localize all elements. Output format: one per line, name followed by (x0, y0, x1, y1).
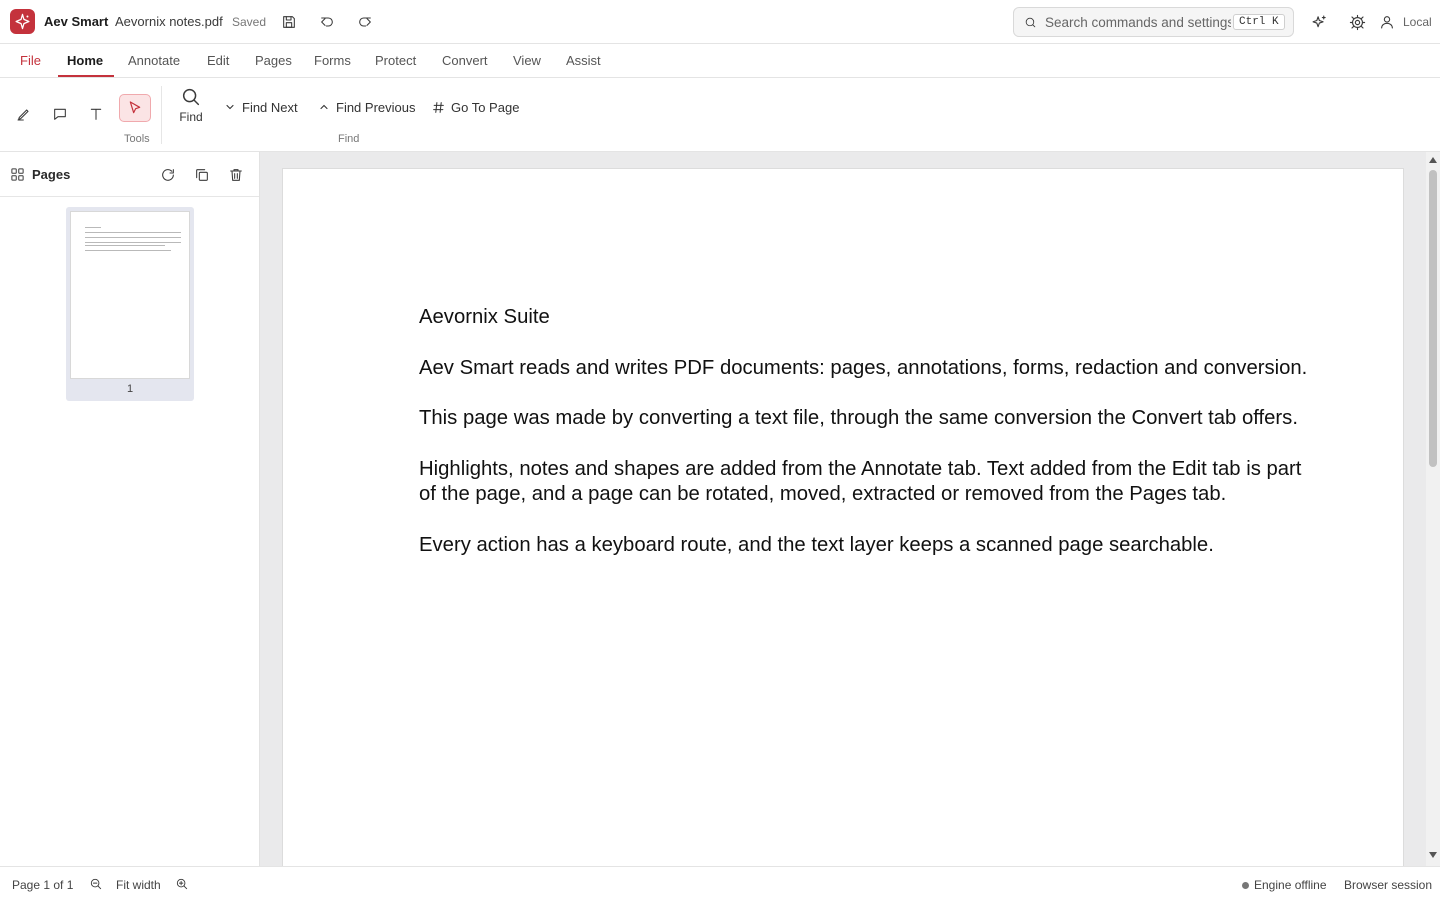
shortcut-hint: Ctrl K (1233, 14, 1285, 30)
search-input[interactable] (1045, 14, 1231, 30)
user-icon (1381, 16, 1393, 29)
vertical-scrollbar[interactable] (1426, 152, 1440, 866)
zoom-in-icon[interactable] (175, 877, 189, 891)
redo-button[interactable] (354, 11, 376, 33)
copy-icon (196, 169, 208, 181)
hash-icon (433, 101, 444, 113)
save-status: Saved (232, 15, 267, 29)
thumbnail-text-line (85, 242, 181, 244)
app-name: Aev Smart (44, 14, 109, 29)
sidebar-title: Pages (32, 167, 71, 182)
go-to-page-label: Go To Page (451, 99, 520, 115)
ribbon-separator (161, 86, 162, 144)
app-logo-icon (10, 9, 35, 34)
document-name: Aevornix notes.pdf (115, 14, 223, 29)
gear-icon (1349, 14, 1365, 30)
save-button[interactable] (278, 11, 300, 33)
text-icon (90, 108, 102, 120)
document-title: Aevornix Suite (419, 306, 550, 328)
search-icon (1025, 17, 1036, 27)
duplicate-page-button[interactable] (192, 165, 212, 185)
tab-file[interactable]: File (20, 53, 41, 68)
assistant-button[interactable] (1308, 11, 1330, 33)
menu-tabs: File Home Annotate Edit Pages Forms Prot… (0, 44, 1440, 78)
tab-view[interactable]: View (513, 53, 541, 68)
scrollbar-thumb[interactable] (1429, 170, 1437, 467)
find-button[interactable]: Find (176, 86, 206, 124)
status-bar: Page 1 of 1 Fit width Engine offline Bro… (0, 866, 1440, 900)
sidebar-header: Pages (0, 152, 259, 197)
session-label: Browser session (1344, 878, 1433, 892)
document-paragraph: Every action has a keyboard route, and t… (419, 534, 1214, 556)
user-button[interactable] (1376, 11, 1398, 33)
rotate-icon (162, 169, 174, 181)
ink-tool-button[interactable] (8, 100, 40, 128)
document-paragraph: This page was made by converting a text … (419, 407, 1298, 429)
tab-pages[interactable]: Pages (255, 53, 292, 68)
tab-edit[interactable]: Edit (207, 53, 229, 68)
tab-assist[interactable]: Assist (566, 53, 601, 68)
ribbon: Tools Find Find Next Find Previous Go To… (0, 78, 1440, 152)
chevron-up-icon (320, 104, 328, 110)
active-tab-indicator (58, 75, 114, 77)
scroll-up-arrow[interactable] (1429, 157, 1437, 163)
thumbnail-text-line (85, 245, 165, 247)
engine-status: Engine offline (1254, 878, 1327, 892)
delete-page-button[interactable] (226, 165, 246, 185)
pdf-page[interactable]: Aevornix Suite Aev Smart reads and write… (282, 168, 1404, 866)
thumbnail-text-line (85, 237, 181, 239)
grid-icon (11, 168, 24, 181)
thumbnail-text-line (85, 232, 181, 234)
sparkle-icon (1312, 15, 1326, 27)
tab-forms[interactable]: Forms (314, 53, 351, 68)
tab-annotate[interactable]: Annotate (128, 53, 180, 68)
pages-sidebar: Pages 1 (0, 152, 260, 866)
tab-protect[interactable]: Protect (375, 53, 416, 68)
pen-icon (17, 109, 29, 121)
user-label: Local (1403, 15, 1432, 29)
text-tool-button[interactable] (80, 100, 112, 128)
thumbnail-text-line (85, 227, 101, 229)
tools-group-label: Tools (124, 133, 150, 145)
document-paragraph: Aev Smart reads and writes PDF documents… (419, 357, 1308, 379)
page-indicator: Page 1 of 1 (12, 878, 74, 892)
find-label: Find (179, 110, 203, 124)
go-to-page-button[interactable]: Go To Page (432, 98, 519, 116)
note-tool-button[interactable] (44, 100, 76, 128)
zoom-mode[interactable]: Fit width (116, 878, 161, 892)
undo-button[interactable] (316, 11, 338, 33)
thumbnail-page-preview (70, 211, 190, 379)
undo-icon (321, 17, 333, 27)
page-thumbnail[interactable]: 1 (66, 207, 194, 401)
zoom-out-icon[interactable] (89, 877, 103, 891)
document-paragraph: Highlights, notes and shapes are added f… (419, 458, 1302, 480)
find-group-label: Find (338, 133, 360, 145)
save-icon (283, 16, 295, 28)
thumbnail-page-number: 1 (126, 383, 134, 395)
comment-icon (54, 108, 66, 120)
select-tool-button[interactable] (119, 94, 151, 122)
command-search[interactable]: Ctrl K (1013, 7, 1294, 37)
tab-convert[interactable]: Convert (442, 53, 488, 68)
redo-icon (359, 17, 371, 27)
document-viewer[interactable]: Aevornix Suite Aev Smart reads and write… (260, 152, 1426, 866)
search-icon (182, 88, 200, 106)
thumbnail-text-line (85, 250, 171, 252)
engine-status-dot (1242, 882, 1249, 889)
cursor-icon (129, 101, 141, 114)
find-previous-button[interactable]: Find Previous (318, 98, 415, 116)
scroll-down-arrow[interactable] (1429, 852, 1437, 858)
find-next-label: Find Next (242, 99, 298, 115)
chevron-down-icon (226, 104, 234, 110)
settings-button[interactable] (1346, 11, 1368, 33)
tab-home[interactable]: Home (67, 53, 103, 68)
document-paragraph: of the page, and a page can be rotated, … (419, 483, 1227, 505)
find-previous-label: Find Previous (336, 99, 416, 115)
title-bar: Aev Smart Aevornix notes.pdf Saved Ctrl … (0, 0, 1440, 44)
trash-icon (230, 169, 242, 181)
rotate-page-button[interactable] (158, 165, 178, 185)
find-next-button[interactable]: Find Next (224, 98, 298, 116)
